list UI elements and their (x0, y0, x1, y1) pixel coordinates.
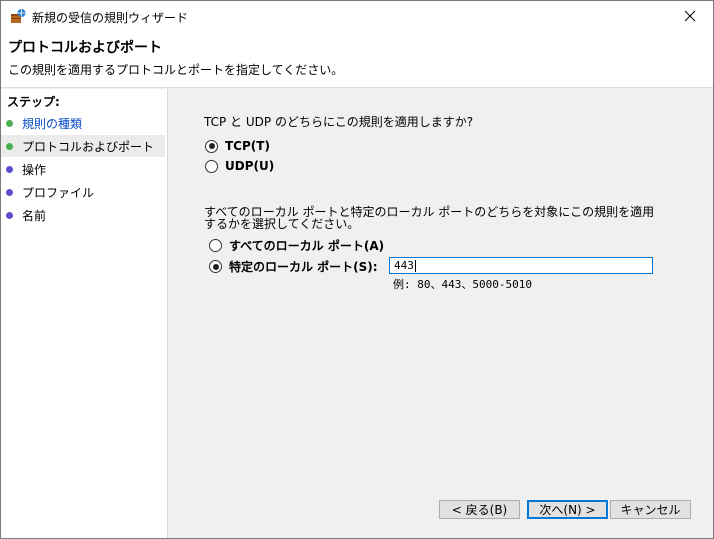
sidebar-item-label: 操作 (22, 162, 47, 177)
step-current-icon (6, 142, 13, 150)
next-button[interactable]: 次へ(N) > (527, 500, 608, 519)
radio-unchecked-icon (205, 159, 218, 173)
sidebar-item-label: 名前 (22, 208, 47, 223)
back-button[interactable]: < 戻る(B) (439, 500, 520, 519)
step-pending-icon (6, 188, 13, 196)
close-button[interactable] (667, 1, 713, 31)
sidebar-item-rule-type[interactable]: 規則の種類 (1, 112, 165, 134)
wizard-header: プロトコルおよびポート この規則を適用するプロトコルとポートを指定してください。 (1, 31, 713, 88)
sidebar-item-label: プロファイル (22, 185, 95, 200)
wizard-content: TCP と UDP のどちらにこの規則を適用しますか? TCP(T) UDP(U… (168, 89, 713, 538)
close-icon (684, 10, 696, 22)
specific-ports-input[interactable]: 443 (389, 257, 653, 274)
all-ports-radio-label: すべてのローカル ポート(A) (229, 239, 385, 253)
udp-radio[interactable]: UDP(U) (205, 159, 274, 173)
port-input-value: 443 (394, 259, 414, 272)
title-bar: 新規の受信の規則ウィザード (1, 1, 713, 31)
step-completed-icon (6, 119, 13, 127)
text-caret (414, 260, 416, 272)
cancel-button[interactable]: キャンセル (610, 500, 691, 519)
port-example-hint: 例: 80、443、5000-5010 (393, 278, 532, 291)
tcp-radio-label: TCP(T) (225, 139, 270, 153)
window-title: 新規の受信の規則ウィザード (32, 11, 189, 25)
sidebar-item-label: 規則の種類 (22, 116, 83, 131)
udp-radio-label: UDP(U) (225, 159, 275, 173)
radio-checked-icon (209, 260, 222, 273)
wizard-window: 新規の受信の規則ウィザード プロトコルおよびポート この規則を適用するプロトコル… (0, 0, 714, 539)
ports-question: すべてのローカル ポートと特定のローカル ポートのどちらを対象にこの規則を適用す… (204, 205, 655, 231)
steps-sidebar: ステップ: 規則の種類 プロトコルおよびポート 操作 プロファイル 名前 (1, 89, 168, 538)
protocol-question: TCP と UDP のどちらにこの規則を適用しますか? (204, 115, 474, 129)
tcp-radio[interactable]: TCP(T) (205, 139, 270, 153)
radio-unchecked-icon (209, 239, 222, 252)
step-pending-icon (6, 211, 13, 219)
radio-checked-icon (205, 139, 218, 153)
specific-ports-radio[interactable]: 特定のローカル ポート(S): (209, 258, 378, 275)
all-ports-radio[interactable]: すべてのローカル ポート(A) (209, 237, 384, 254)
page-title: プロトコルおよびポート (8, 40, 162, 56)
step-pending-icon (6, 165, 13, 173)
steps-heading: ステップ: (7, 95, 60, 109)
specific-ports-radio-label: 特定のローカル ポート(S): (229, 260, 378, 274)
sidebar-item-name[interactable]: 名前 (1, 204, 165, 226)
sidebar-item-protocol-ports[interactable]: プロトコルおよびポート (1, 135, 165, 157)
sidebar-item-label: プロトコルおよびポート (22, 139, 155, 154)
page-subtitle: この規則を適用するプロトコルとポートを指定してください。 (8, 63, 344, 77)
firewall-icon (10, 8, 26, 24)
sidebar-item-action[interactable]: 操作 (1, 158, 165, 180)
sidebar-item-profile[interactable]: プロファイル (1, 181, 165, 203)
